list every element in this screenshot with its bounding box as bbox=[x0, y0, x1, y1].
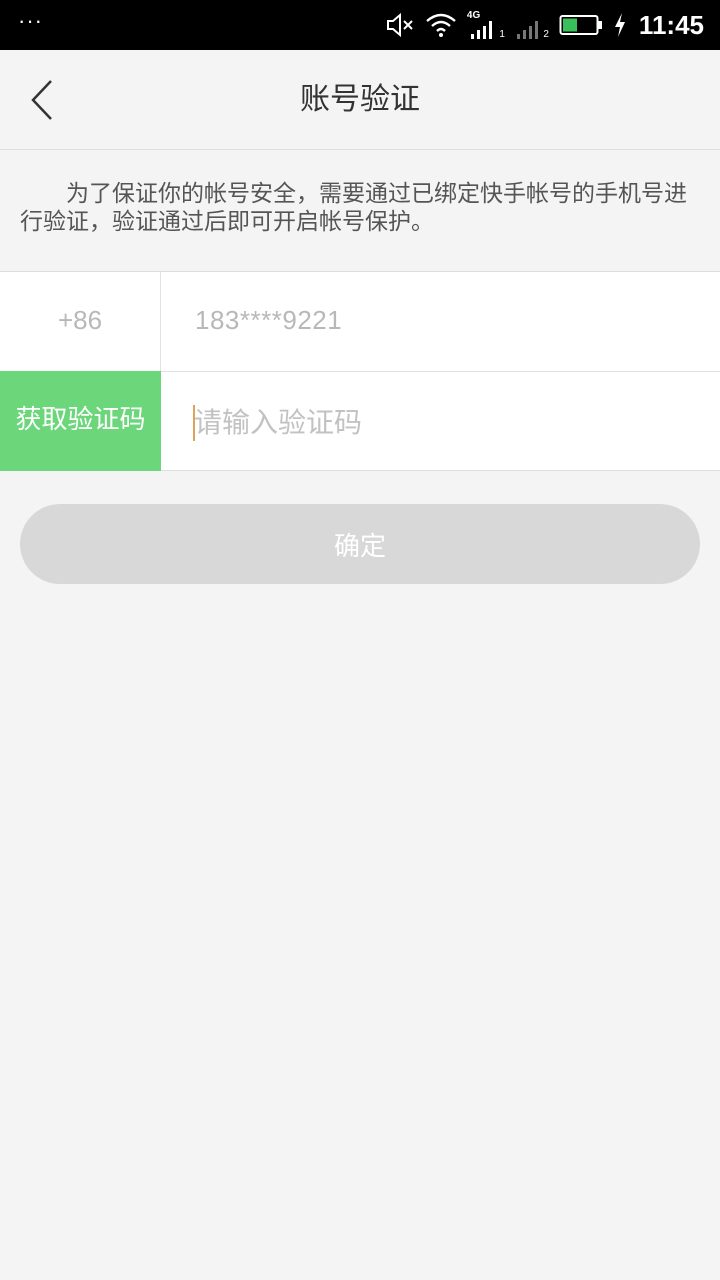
mute-icon bbox=[385, 12, 415, 38]
header-bar: 账号验证 bbox=[0, 50, 720, 150]
verification-form: +86 183****9221 获取验证码 bbox=[0, 271, 720, 471]
charging-icon bbox=[613, 12, 627, 38]
notification-dots: ··· bbox=[18, 8, 43, 33]
code-input[interactable] bbox=[194, 394, 694, 450]
sim1-label: 1 bbox=[499, 29, 505, 40]
page-title: 账号验证 bbox=[300, 82, 420, 117]
status-bar: ··· 4G 1 2 11:45 bbox=[0, 0, 720, 50]
sim2-label: 2 bbox=[543, 29, 549, 40]
phone-number: 183****9221 bbox=[195, 305, 343, 335]
clock: 11:45 bbox=[638, 9, 704, 40]
signal-sim2-icon: 2 bbox=[515, 10, 549, 40]
wifi-icon bbox=[425, 12, 457, 38]
get-code-button[interactable]: 获取验证码 bbox=[0, 371, 161, 471]
country-code: +86 bbox=[0, 272, 161, 372]
status-icons: 4G 1 2 11:45 bbox=[385, 0, 704, 50]
signal-sim1-icon: 4G 1 bbox=[467, 10, 505, 40]
battery-icon bbox=[559, 13, 603, 37]
confirm-button[interactable]: 确定 bbox=[20, 504, 700, 584]
code-row: 获取验证码 bbox=[0, 371, 720, 472]
phone-row: +86 183****9221 bbox=[0, 272, 720, 372]
verification-description: 为了保证你的帐号安全，需要通过已绑定快手帐号的手机号进行验证，验证通过后即可开启… bbox=[20, 181, 687, 235]
